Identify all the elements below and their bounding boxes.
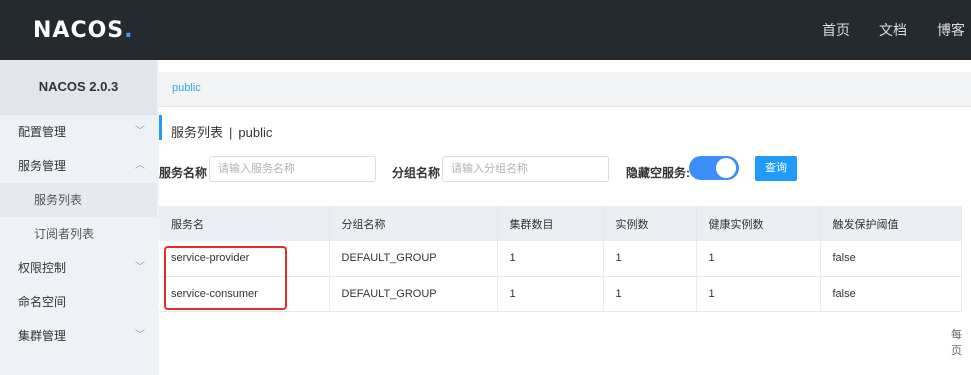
- sidebar-item-subscribers[interactable]: 订阅者列表: [0, 217, 157, 251]
- nav-blog[interactable]: 博客: [937, 0, 965, 60]
- sidebar-item-label: 服务管理: [18, 159, 67, 173]
- cell-protect-threshold: false: [820, 241, 962, 277]
- sidebar-item-config[interactable]: 配置管理 ﹀: [0, 115, 157, 149]
- group-name-input[interactable]: [442, 156, 609, 182]
- sidebar-item-namespace[interactable]: 命名空间: [0, 285, 157, 319]
- sidebar-item-label: 权限控制: [18, 261, 67, 275]
- chevron-down-icon: ﹀: [135, 126, 145, 137]
- nav-home[interactable]: 首页: [822, 0, 850, 60]
- col-cluster-count[interactable]: 集群数目: [497, 206, 604, 241]
- sidebar-item-service-mgmt[interactable]: 服务管理 ︿: [0, 149, 157, 183]
- top-navbar: NACOS. 首页 文档 博客: [0, 0, 971, 60]
- page-title: 服务列表 | public: [171, 122, 272, 141]
- nacos-logo[interactable]: NACOS.: [33, 18, 134, 43]
- sidebar-item-label: 服务列表: [34, 193, 83, 207]
- cell-cluster-count: 1: [497, 241, 604, 277]
- sidebar-item-cluster[interactable]: 集群管理 ﹀: [0, 319, 157, 353]
- hide-empty-label: 隐藏空服务:: [626, 166, 690, 180]
- cell-healthy-count: 1: [696, 241, 821, 277]
- col-group-name[interactable]: 分组名称: [329, 206, 498, 241]
- cell-healthy-count: 1: [696, 276, 821, 312]
- title-accent-bar: [159, 115, 162, 140]
- table-header-row: 服务名 分组名称 集群数目 实例数 健康实例数 触发保护阈值: [159, 206, 962, 241]
- chevron-down-icon: ﹀: [135, 330, 145, 341]
- title-separator: |: [229, 125, 233, 140]
- sidebar-item-service-list[interactable]: 服务列表: [0, 183, 157, 217]
- col-service-name[interactable]: 服务名: [159, 206, 330, 241]
- service-name-label: 服务名称: [159, 166, 208, 180]
- service-name-input[interactable]: [209, 156, 376, 182]
- sidebar-item-auth[interactable]: 权限控制 ﹀: [0, 251, 157, 285]
- page-title-text: 服务列表: [171, 125, 224, 140]
- cell-group-name: DEFAULT_GROUP: [329, 241, 498, 277]
- group-name-label: 分组名称: [392, 166, 441, 180]
- sidebar-item-label: 配置管理: [18, 125, 67, 139]
- col-protect-threshold[interactable]: 触发保护阈值: [820, 206, 962, 241]
- toggle-knob: [716, 158, 736, 178]
- breadcrumb-namespace[interactable]: public: [172, 82, 201, 94]
- col-instance-count[interactable]: 实例数: [603, 206, 697, 241]
- cell-cluster-count: 1: [497, 276, 604, 312]
- chevron-up-icon: ︿: [135, 160, 145, 171]
- chevron-down-icon: ﹀: [135, 262, 145, 273]
- cell-instance-count: 1: [603, 241, 697, 277]
- main-content: public 服务列表 | public 服务名称 分组名称 隐藏空服务: 查询 服…: [159, 60, 971, 375]
- cell-protect-threshold: false: [820, 276, 962, 312]
- nav-docs[interactable]: 文档: [879, 0, 907, 60]
- sidebar-item-label: 集群管理: [18, 329, 67, 343]
- query-button[interactable]: 查询: [755, 156, 797, 181]
- page-title-namespace: public: [238, 125, 273, 140]
- highlight-box: [164, 246, 287, 310]
- cell-instance-count: 1: [603, 276, 697, 312]
- cell-group-name: DEFAULT_GROUP: [329, 276, 498, 312]
- hide-empty-toggle[interactable]: [689, 156, 739, 180]
- breadcrumb: public: [159, 72, 971, 107]
- version-label: NACOS 2.0.3: [0, 60, 157, 115]
- sidebar-item-label: 命名空间: [18, 295, 67, 309]
- sidebar-item-label: 订阅者列表: [34, 227, 95, 241]
- col-healthy-count[interactable]: 健康实例数: [696, 206, 821, 241]
- page-size-label: 每页: [951, 329, 962, 357]
- sidebar: NACOS 2.0.3 配置管理 ﹀ 服务管理 ︿ 服务列表 订阅者列表 权限控…: [0, 60, 157, 375]
